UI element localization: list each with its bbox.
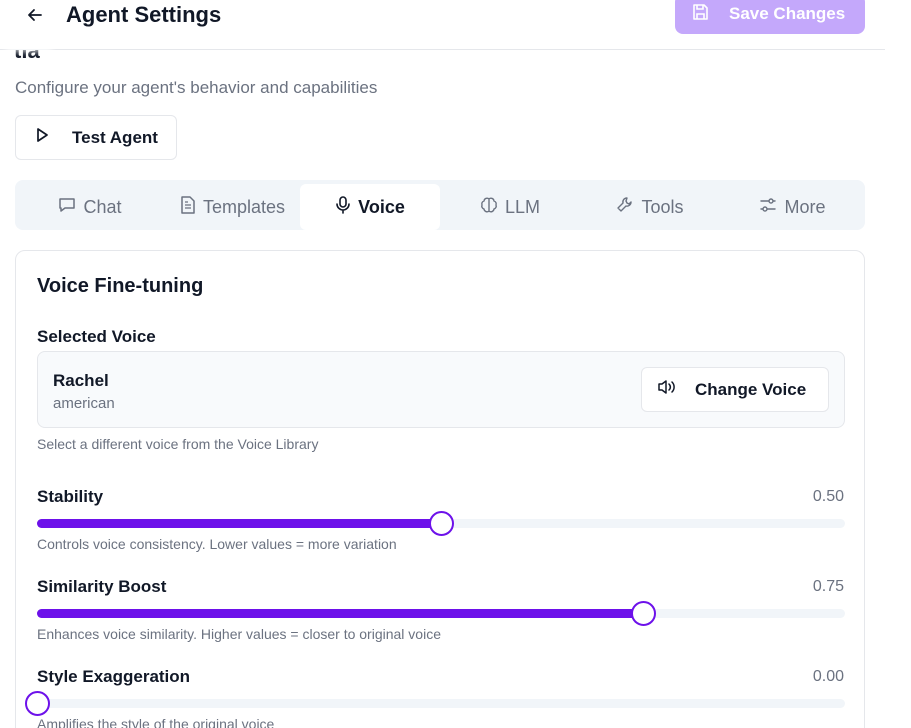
speaker-icon	[657, 379, 677, 400]
tab-chat[interactable]: Chat	[15, 185, 165, 230]
tab-voice[interactable]: Voice	[300, 184, 440, 230]
stability-thumb[interactable]	[428, 511, 454, 536]
tab-llm[interactable]: LLM	[440, 185, 580, 230]
voice-helper-text: Select a different voice from the Voice …	[37, 436, 319, 452]
style-value: 0.00	[812, 668, 844, 685]
page-subtitle: Configure your agent's behavior and capa…	[15, 78, 378, 97]
tab-chat-label: Chat	[83, 197, 122, 217]
change-voice-button[interactable]: Change Voice	[641, 367, 829, 412]
stability-helper: Controls voice consistency. Lower values…	[37, 536, 397, 552]
sliders-icon	[759, 196, 777, 219]
selected-voice-box: Rachel american Change Voice	[37, 351, 845, 428]
similarity-thumb[interactable]	[630, 601, 656, 626]
save-changes-button[interactable]: Save Changes	[675, 0, 865, 34]
stability-fill	[37, 519, 441, 528]
style-slider[interactable]	[24, 691, 845, 716]
brain-icon	[480, 196, 498, 219]
stability-slider[interactable]	[37, 511, 845, 536]
similarity-helper: Enhances voice similarity. Higher values…	[37, 626, 441, 642]
save-icon	[691, 3, 709, 26]
tab-tools[interactable]: Tools	[580, 185, 720, 230]
stability-value: 0.50	[812, 488, 844, 505]
similarity-value: 0.75	[812, 578, 844, 595]
wrench-icon	[616, 196, 634, 219]
similarity-label: Similarity Boost	[37, 577, 167, 596]
style-helper: Amplifies the style of the original voic…	[37, 716, 275, 728]
style-label: Style Exaggeration	[37, 667, 191, 686]
test-agent-button[interactable]: Test Agent	[15, 115, 177, 160]
similarity-slider[interactable]	[37, 601, 845, 626]
test-agent-label: Test Agent	[72, 127, 158, 147]
style-thumb[interactable]	[24, 691, 50, 716]
microphone-icon	[335, 195, 351, 219]
tab-voice-label: Voice	[358, 196, 405, 217]
scroll-fade	[6, 38, 52, 52]
voice-settings-card: Voice Fine-tuning Selected Voice Rachel …	[15, 250, 865, 728]
tab-templates[interactable]: Templates	[165, 185, 300, 230]
settings-tabs: Chat Templates Voice LLM Tools More	[15, 180, 865, 230]
save-changes-label: Save Changes	[729, 4, 846, 23]
tab-more-label: More	[784, 197, 826, 217]
selected-voice-label: Selected Voice	[37, 327, 156, 346]
play-icon	[34, 127, 50, 148]
tab-more[interactable]: More	[720, 185, 865, 230]
tab-templates-label: Templates	[202, 197, 286, 217]
chat-bubble-icon	[58, 196, 76, 219]
back-arrow-icon[interactable]	[24, 4, 46, 26]
tab-tools-label: Tools	[641, 197, 684, 217]
page-title: Agent Settings	[66, 2, 222, 27]
voice-name: Rachel	[53, 371, 109, 390]
similarity-fill	[37, 609, 643, 618]
document-icon	[180, 196, 196, 219]
tab-llm-label: LLM	[504, 197, 540, 217]
voice-accent: american	[53, 395, 115, 412]
change-voice-label: Change Voice	[695, 379, 807, 399]
card-title: Voice Fine-tuning	[37, 275, 204, 297]
stability-label: Stability	[37, 487, 104, 506]
top-bar: Agent Settings Save Changes	[0, 0, 885, 50]
